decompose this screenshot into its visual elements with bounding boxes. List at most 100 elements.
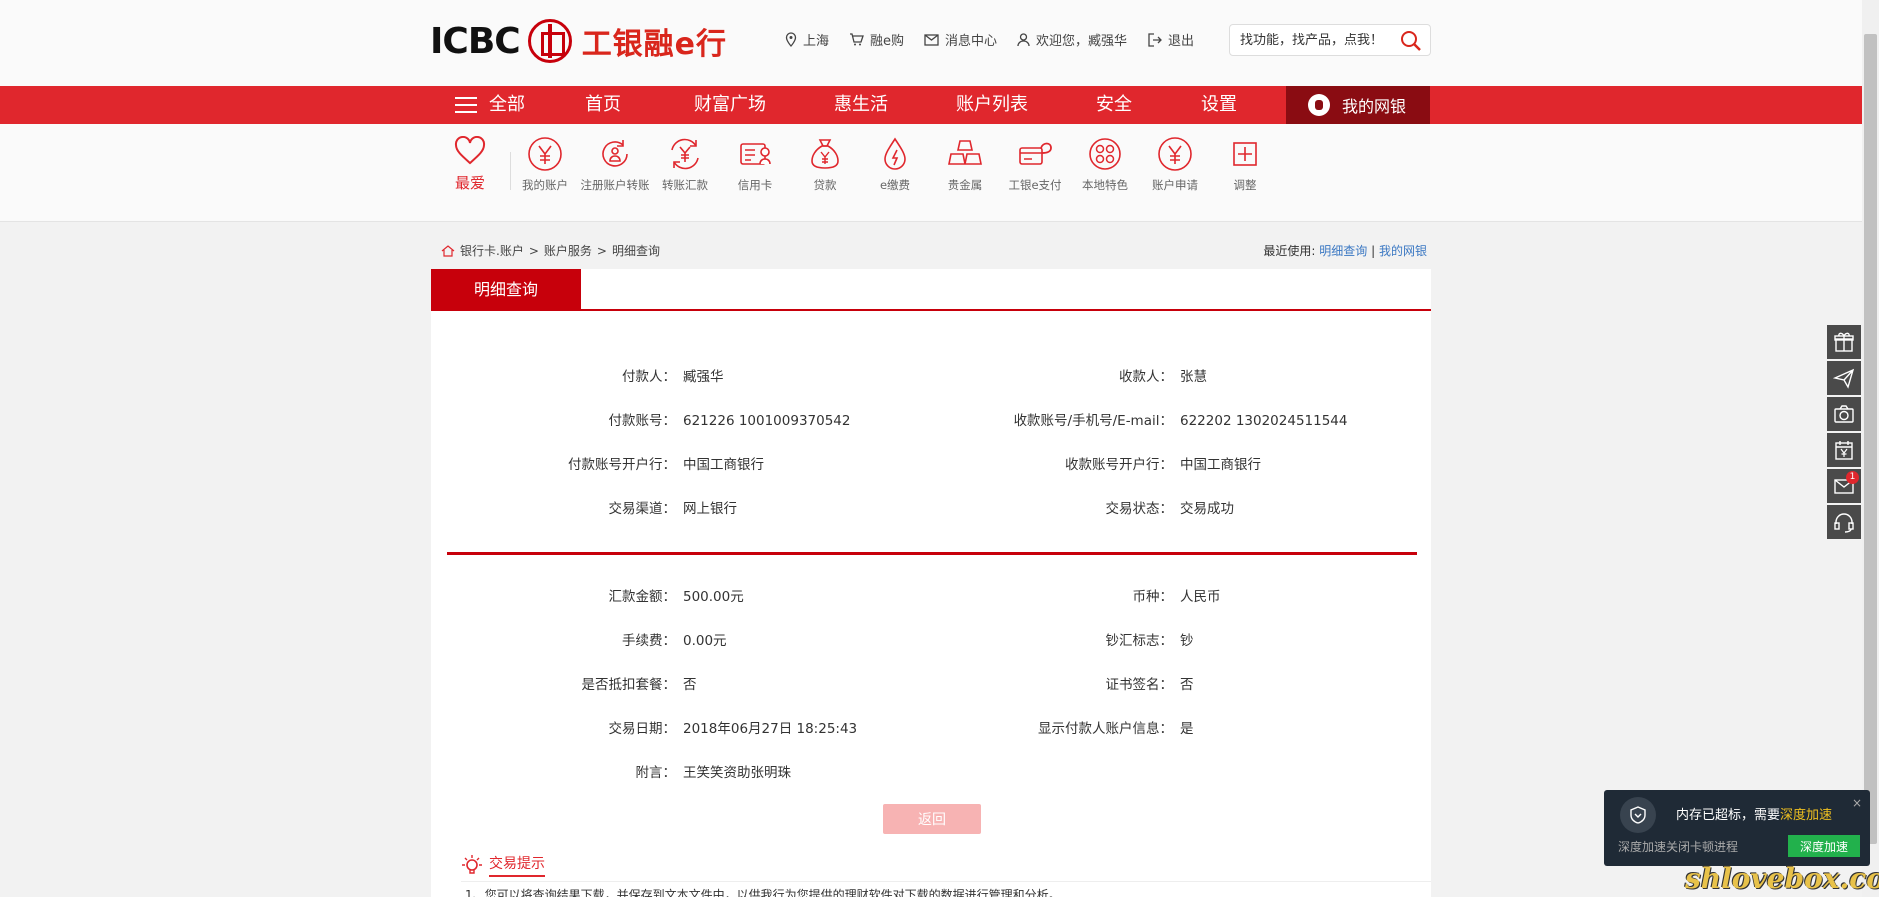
mail-button[interactable]: 1	[1827, 469, 1861, 503]
tab-detail-query[interactable]: 明细查询	[431, 269, 581, 310]
welcome-label: 欢迎您，臧强华	[1036, 34, 1128, 49]
lightbulb-icon	[462, 855, 482, 874]
search-icon[interactable]	[1400, 30, 1422, 52]
quick-my-account[interactable]: 我的账户	[510, 136, 580, 193]
local-feature-icon	[1089, 138, 1121, 170]
nav-accounts[interactable]: 账户列表	[956, 86, 1028, 124]
tips-title: 交易提示	[489, 853, 545, 877]
welcome-user[interactable]: 欢迎您，臧强华	[1017, 30, 1127, 49]
quick-label: e缴费	[879, 178, 911, 192]
payer-bank-value: 中国工商银行	[683, 457, 764, 473]
quick-label: 注册账户转账	[580, 178, 650, 192]
accelerate-button[interactable]: 深度加速	[1788, 835, 1860, 857]
popup-close-button[interactable]: ×	[1852, 796, 1862, 810]
favorites[interactable]: 最爱	[452, 135, 488, 193]
payer-value: 臧强华	[683, 369, 724, 385]
quick-e-payment[interactable]: e缴费	[860, 136, 930, 193]
camera-button[interactable]	[1827, 397, 1861, 431]
nav-wealth[interactable]: 财富广场	[694, 86, 766, 124]
account-apply-icon	[1158, 137, 1192, 171]
breadcrumb-level-1[interactable]: 银行卡.账户	[460, 242, 524, 259]
back-button[interactable]: 返回	[883, 804, 981, 834]
quick-local-feature[interactable]: 本地特色	[1070, 136, 1140, 193]
quick-e-pay[interactable]: 工银e支付	[1000, 136, 1070, 193]
cash-flag-label: 钞汇标志：	[1105, 633, 1174, 649]
cash-flag-value: 钞	[1180, 633, 1194, 649]
breadcrumb: 银行卡.账户 > 账户服务 > 明细查询	[441, 242, 660, 259]
quick-credit-card[interactable]: 信用卡	[720, 136, 790, 193]
top-links: 上海 融e购 消息中心 欢迎您，臧强华 退出	[785, 30, 1214, 49]
messages-link[interactable]: 消息中心	[924, 30, 997, 49]
memo-label: 附言：	[635, 765, 677, 781]
favorites-label: 最爱	[454, 174, 485, 192]
scrollbar-thumb[interactable]	[1864, 34, 1877, 844]
nav-all[interactable]: 全部	[455, 86, 525, 124]
quick-label: 转账汇款	[662, 178, 708, 192]
payee-bank-label: 收款账号开户行：	[1065, 457, 1173, 473]
package-label: 是否抵扣套餐：	[581, 677, 677, 693]
payer-account-value: 621226 1001009370542	[683, 413, 851, 429]
plus-box-icon	[1233, 142, 1257, 166]
credit-card-icon	[740, 143, 771, 165]
my-bank-label: 我的网银	[1342, 97, 1407, 116]
section-divider	[447, 552, 1417, 555]
show-payer-value: 是	[1180, 721, 1194, 737]
watermark: shlovebox.com	[1685, 862, 1879, 895]
yuan-circle-icon	[528, 137, 562, 171]
payer-bank-label: 付款账号开户行：	[568, 457, 676, 473]
nav-my-bank[interactable]: 我的网银	[1286, 86, 1430, 124]
nav-security[interactable]: 安全	[1096, 86, 1132, 124]
cart-icon	[850, 33, 864, 46]
breadcrumb-sep: >	[528, 243, 539, 258]
popup-highlight-link[interactable]: 深度加速	[1780, 808, 1832, 823]
quick-adjust[interactable]: 调整	[1210, 136, 1280, 193]
memory-popup: 内存已超标，需要深度加速 × 深度加速关闭卡顿进程 深度加速	[1604, 790, 1870, 866]
gold-bars-icon	[948, 140, 982, 165]
detail-row: 付款人： 臧强华 收款人： 张慧	[431, 367, 1431, 387]
shop-link[interactable]: 融e购	[849, 30, 904, 49]
search-box	[1229, 24, 1431, 56]
location-link[interactable]: 上海	[785, 30, 829, 49]
quick-account-apply[interactable]: 账户申请	[1140, 136, 1210, 193]
nav-settings[interactable]: 设置	[1201, 86, 1237, 124]
tab-row: 明细查询	[431, 269, 1431, 311]
calendar-yuan-button[interactable]	[1827, 433, 1861, 467]
gift-button[interactable]	[1827, 325, 1861, 359]
shop-label: 融e购	[870, 34, 905, 49]
quick-transfer-remit[interactable]: 转账汇款	[650, 136, 720, 193]
customer-service-button[interactable]	[1827, 505, 1861, 539]
quick-loan[interactable]: 贷款	[790, 136, 860, 193]
quick-access-bar: 最爱 我的账户 注册账户转账 转账汇款 信用卡 贷款 e缴费 贵金属 工银e支付…	[0, 124, 1862, 222]
logo-text-en: ICBC	[430, 20, 521, 62]
quick-precious-metal[interactable]: 贵金属	[930, 136, 1000, 193]
status-label: 交易状态：	[1105, 501, 1174, 517]
quick-label: 调整	[1233, 178, 1257, 192]
date-label: 交易日期：	[608, 721, 677, 737]
calendar-yuan-icon	[1835, 441, 1853, 460]
breadcrumb-level-3: 明细查询	[611, 244, 660, 258]
send-button[interactable]	[1827, 361, 1861, 395]
currency-label: 币种：	[1132, 589, 1174, 605]
search-input[interactable]	[1240, 32, 1390, 48]
logout-link[interactable]: 退出	[1147, 30, 1194, 49]
quick-register-transfer[interactable]: 注册账户转账	[580, 136, 650, 193]
recent-link-mybank[interactable]: 我的网银	[1379, 244, 1427, 258]
nav-home[interactable]: 首页	[585, 86, 621, 124]
recent-link-detail[interactable]: 明细查询	[1319, 244, 1367, 258]
nav-life[interactable]: 惠生活	[834, 86, 888, 124]
nav-all-label: 全部	[489, 94, 525, 115]
payee-label: 收款人：	[1119, 369, 1173, 385]
payer-label: 付款人：	[622, 369, 676, 385]
breadcrumb-level-2[interactable]: 账户服务	[544, 242, 592, 259]
money-bag-icon	[1308, 94, 1330, 116]
detail-row: 是否抵扣套餐： 否 证书签名： 否	[431, 675, 1431, 695]
floating-toolbar: 1	[1827, 325, 1861, 541]
icbc-logo[interactable]: ICBC 工银融e行	[430, 18, 727, 64]
recent-label: 最近使用:	[1263, 244, 1316, 258]
channel-label: 交易渠道：	[608, 501, 677, 517]
fee-value: 0.00元	[683, 633, 727, 649]
top-header: ICBC 工银融e行 上海 融e购 消息中心 欢迎您，臧强华 退出	[0, 0, 1862, 86]
register-transfer-icon	[602, 140, 628, 167]
status-value: 交易成功	[1180, 501, 1234, 517]
tips-header: 交易提示	[461, 853, 545, 877]
